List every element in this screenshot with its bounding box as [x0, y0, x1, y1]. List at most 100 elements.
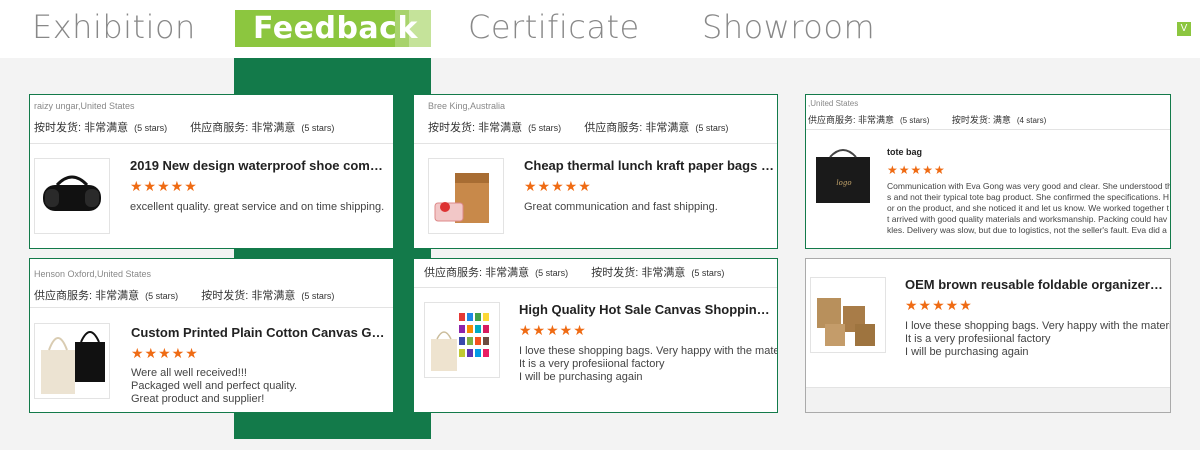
product-thumbnail[interactable]	[810, 277, 886, 353]
rating-item: 供应商服务: 非常满意 (5 stars)	[34, 290, 178, 302]
rating-label: 供应商服务: 非常满意	[190, 122, 296, 134]
rating-row: 按时发货: 非常满意 (5 stars) 供应商服务: 非常满意 (5 stars)	[428, 119, 748, 135]
card-header: Henson Oxford,United States 供应商服务: 非常满意 (…	[30, 259, 393, 308]
shopping-bags-image	[431, 313, 489, 371]
feedback-card[interactable]: raizy ungar,United States 按时发货: 非常满意 (5 s…	[29, 94, 394, 249]
tab-feedback[interactable]: Feedback	[235, 10, 431, 47]
svg-text:logo: logo	[836, 179, 851, 187]
review-line: Packaged well and perfect quality.	[131, 380, 298, 392]
rating-label: 供应商服务: 非常满意	[808, 115, 895, 125]
rating-label: 按时发货: 满意	[951, 115, 1011, 125]
star-rating: ★★★★★	[130, 178, 198, 194]
product-title[interactable]: Custom Printed Plain Cotton Canvas Groce…	[131, 325, 387, 340]
product-title[interactable]: tote bag	[887, 147, 1137, 157]
product-thumbnail[interactable]	[34, 323, 110, 399]
review-line: It is a very profesiional factory	[905, 333, 1051, 345]
review-line: or on the product, and she noticed it an…	[887, 203, 1169, 213]
rating-row: 供应商服务: 非常满意 (5 stars) 按时发货: 非常满意 (5 stars)	[34, 287, 354, 303]
rating-item: 按时发货: 非常满意 (5 stars)	[201, 290, 334, 302]
rating-label: 按时发货: 非常满意	[428, 122, 523, 134]
rating-stars-text: (5 stars)	[301, 123, 335, 133]
rating-item: 按时发货: 非常满意 (5 stars)	[428, 122, 561, 134]
rating-label: 按时发货: 非常满意	[591, 267, 686, 279]
product-thumbnail[interactable]	[424, 302, 500, 378]
rating-row: 供应商服务: 非常满意 (5 stars) 按时发货: 非常满意 (5 stars)	[424, 264, 744, 280]
reviewer-name: Henson Oxford,United States	[34, 269, 152, 279]
rating-stars-text: (5 stars)	[145, 291, 179, 301]
feedback-card[interactable]: Henson Oxford,United States 供应商服务: 非常满意 (…	[29, 258, 394, 413]
organizer-bags-image	[817, 298, 875, 346]
rating-row: 按时发货: 非常满意 (5 stars) 供应商服务: 非常满意 (5 stars)	[34, 119, 354, 135]
reviewer-name: Bree King,Australia	[428, 101, 506, 111]
review-line: It is a very profesiional factory	[519, 358, 665, 370]
rating-label: 供应商服务: 非常满意	[584, 122, 690, 134]
rating-label: 按时发货: 非常满意	[34, 122, 129, 134]
star-rating: ★★★★★	[519, 322, 587, 338]
review-line: kles. Delivery was slow, but due to logi…	[887, 225, 1167, 235]
card-header: ,United States 供应商服务: 非常满意 (5 stars) 按时发货…	[806, 95, 1170, 130]
rating-stars-text: (5 stars)	[528, 123, 562, 133]
review-text: excellent quality. great service and on …	[130, 201, 392, 214]
review-line: I will be purchasing again	[519, 371, 643, 383]
tab-exhibition[interactable]: Exhibition	[32, 8, 196, 46]
rating-item: 按时发货: 非常满意 (5 stars)	[34, 122, 167, 134]
card-header: Bree King,Australia 按时发货: 非常满意 (5 stars) …	[414, 95, 777, 144]
rating-stars-text: (5 stars)	[535, 268, 569, 278]
review-text: I love these shopping bags. Very happy w…	[905, 320, 1171, 359]
product-thumbnail[interactable]: logo	[808, 145, 878, 215]
canvas-tote-image	[41, 331, 105, 394]
rating-stars-text: (4 stars)	[1016, 116, 1047, 125]
review-text: Were all well received!!! Packaged well …	[131, 367, 387, 406]
review-line: Communication with Eva Gong was very goo…	[887, 181, 1171, 191]
review-line: Great product and supplier!	[131, 393, 265, 405]
card-footer	[806, 387, 1170, 412]
duffel-bag-image	[43, 175, 101, 211]
product-thumbnail[interactable]	[428, 158, 504, 234]
feedback-card[interactable]: Bree King,Australia 按时发货: 非常满意 (5 stars) …	[413, 94, 778, 249]
product-title[interactable]: 2019 New design waterproof shoe compartm…	[130, 158, 386, 173]
product-title[interactable]: Cheap thermal lunch kraft paper bags 6L …	[524, 158, 774, 173]
feedback-card[interactable]: ,United States 供应商服务: 非常满意 (5 stars) 按时发货…	[805, 94, 1171, 249]
rating-stars-text: (5 stars)	[695, 123, 729, 133]
reviewer-name: ,United States	[808, 99, 859, 108]
tab-certificate[interactable]: Certificate	[468, 8, 640, 46]
expand-toggle-button[interactable]: V	[1177, 22, 1191, 36]
reviewer-name: raizy ungar,United States	[34, 101, 135, 111]
rating-item: 按时发货: 满意 (4 stars)	[952, 115, 1046, 125]
feedback-card[interactable]: OEM brown reusable foldable organizer wa…	[805, 258, 1171, 413]
product-title[interactable]: High Quality Hot Sale Canvas Shopping Ba…	[519, 302, 775, 317]
rating-item: 供应商服务: 非常满意 (5 stars)	[808, 115, 929, 125]
review-text: I love these shopping bags. Very happy w…	[519, 345, 777, 384]
star-rating: ★★★★★	[524, 178, 592, 194]
rating-row: 供应商服务: 非常满意 (5 stars) 按时发货: 满意 (4 stars)	[808, 113, 1066, 126]
product-thumbnail[interactable]	[34, 158, 110, 234]
review-text: Communication with Eva Gong was very goo…	[887, 181, 1171, 236]
rating-stars-text: (5 stars)	[134, 123, 168, 133]
tote-bag-image: logo	[816, 149, 870, 203]
review-line: Were all well received!!!	[131, 367, 247, 379]
tab-feedback-label: Feedback	[253, 11, 418, 46]
review-text: Great communication and fast shipping.	[524, 201, 774, 214]
feedback-card[interactable]: 供应商服务: 非常满意 (5 stars) 按时发货: 非常满意 (5 stars)…	[413, 258, 778, 413]
rating-label: 按时发货: 非常满意	[201, 290, 296, 302]
rating-stars-text: (5 stars)	[301, 291, 335, 301]
product-title[interactable]: OEM brown reusable foldable organizer wa…	[905, 277, 1163, 292]
review-line: excellent quality. great service and on …	[130, 201, 385, 213]
rating-item: 供应商服务: 非常满意 (5 stars)	[190, 122, 334, 134]
review-line: I will be purchasing again	[905, 346, 1029, 358]
review-line: I love these shopping bags. Very happy w…	[519, 345, 777, 357]
review-line: s and not their typical tote bag product…	[887, 192, 1170, 202]
rating-item: 按时发货: 非常满意 (5 stars)	[591, 267, 724, 279]
card-header: raizy ungar,United States 按时发货: 非常满意 (5 s…	[30, 95, 393, 144]
rating-stars-text: (5 stars)	[900, 116, 930, 125]
rating-item: 供应商服务: 非常满意 (5 stars)	[584, 122, 728, 134]
review-line: Great communication and fast shipping.	[524, 201, 718, 213]
rating-label: 供应商服务: 非常满意	[34, 290, 140, 302]
rating-item: 供应商服务: 非常满意 (5 stars)	[424, 267, 568, 279]
tab-showroom[interactable]: Showroom	[702, 8, 875, 46]
review-line: I love these shopping bags. Very happy w…	[905, 320, 1171, 332]
rating-stars-text: (5 stars)	[691, 268, 725, 278]
rating-label: 供应商服务: 非常满意	[424, 267, 530, 279]
star-rating: ★★★★★	[905, 297, 973, 313]
review-line: t arrived with good quality materials an…	[887, 214, 1168, 224]
